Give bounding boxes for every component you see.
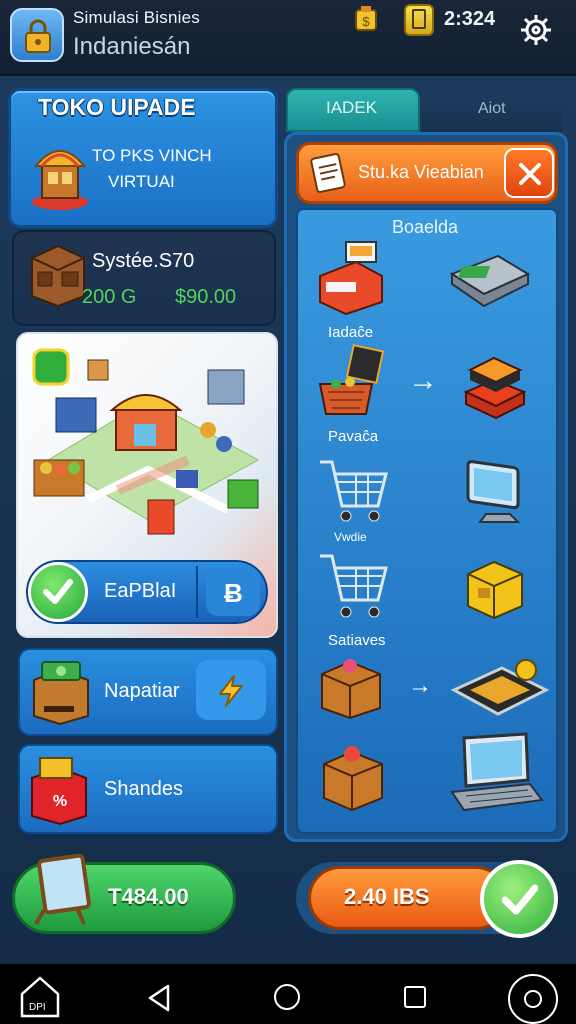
panel-title: Stu.ka Vieabian (358, 162, 484, 182)
cash-box-icon (33, 661, 89, 726)
coin-icon: $ (355, 6, 377, 31)
clock: 2:324 (444, 8, 496, 30)
mirror-sign-icon (34, 853, 91, 925)
panel-subtitle: Boaelda (392, 217, 459, 237)
market-box-icon (321, 659, 381, 720)
arrow-right-icon: → (408, 364, 438, 397)
currency-icon: Ƀ (224, 578, 243, 608)
item-label: Pavaĉa (328, 428, 379, 445)
assistant-icon[interactable] (508, 974, 558, 1024)
item-label: Vwdie (334, 530, 367, 544)
app-lock-icon[interactable] (10, 8, 64, 62)
cash-register-icon (319, 241, 383, 316)
gear-icon[interactable] (518, 12, 554, 48)
stats-label: Systée.S70 (92, 250, 195, 272)
monitor-icon (466, 460, 521, 523)
laptop-icon (450, 732, 544, 812)
recents-icon[interactable] (404, 986, 426, 1008)
confirm-label: EaPBlaI (104, 580, 177, 602)
product-stack-icon (463, 356, 527, 420)
gift-box-icon: % (31, 757, 87, 826)
tab-about-label: Aiot (478, 100, 506, 117)
price-button-label: T484.00 (108, 884, 189, 909)
shop-building-icon (31, 244, 85, 308)
shopping-cart-icon (320, 554, 388, 618)
check-icon[interactable] (28, 562, 88, 622)
promo-title: TOKO UIPADE (38, 94, 196, 120)
shopping-cart-icon (320, 460, 388, 522)
shandes-label: Shandes (104, 778, 183, 800)
promo-line-1: TO PKS VINCH (92, 146, 212, 165)
home-circle-icon[interactable] (274, 984, 300, 1010)
stats-count: 200 G (82, 286, 137, 308)
card-terminal-icon (449, 254, 531, 308)
item-label: Satiaves (328, 632, 386, 649)
svg-text:$: $ (362, 14, 370, 29)
wallet-icon[interactable] (404, 4, 434, 36)
back-icon[interactable] (144, 982, 176, 1014)
confirm-check-icon[interactable] (480, 860, 558, 938)
app-subtitle: Indaniesán (73, 33, 191, 60)
close-button[interactable] (504, 148, 554, 198)
document-icon (310, 153, 346, 193)
grocery-basket-icon (318, 344, 385, 415)
divider (196, 566, 198, 618)
stats-money: $90.00 (175, 286, 237, 308)
napatiar-label: Napatiar (104, 680, 180, 702)
store-box-icon (323, 746, 383, 812)
svg-text:%: % (53, 793, 67, 810)
arrow-right-icon: → (408, 672, 432, 699)
pos-tablet-icon (450, 659, 550, 716)
app-title: Simulasi Bisnies (73, 8, 200, 27)
tab-index-label: IADEK (326, 98, 378, 117)
promo-line-2: VIRTUAI (108, 172, 175, 191)
shop-stall-icon (32, 150, 88, 210)
yellow-box-icon (467, 560, 523, 620)
home-label: DPI (29, 1002, 46, 1013)
item-label: Iadaĉe (328, 324, 374, 341)
purchase-button-label: 2.40 IBS (344, 884, 430, 909)
town-map-illustration (32, 348, 260, 535)
boost-button[interactable] (196, 660, 266, 720)
